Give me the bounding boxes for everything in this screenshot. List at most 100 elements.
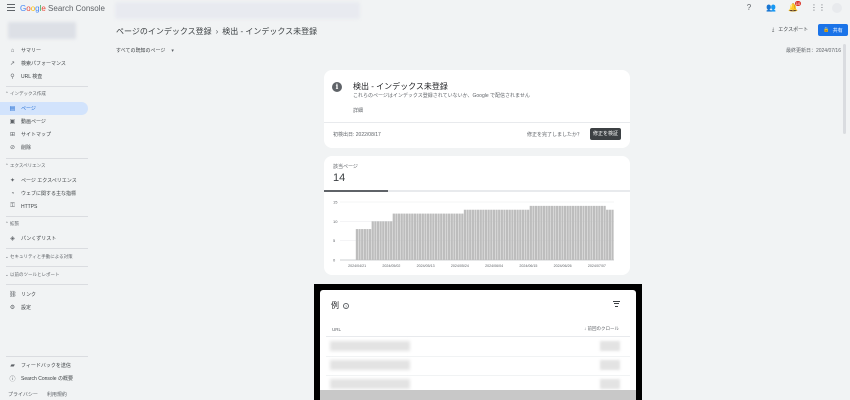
chart-bar[interactable] (374, 221, 377, 260)
chart-bar[interactable] (416, 213, 419, 260)
chart-bar[interactable] (498, 209, 501, 260)
search-console-logo[interactable]: Google Search Console (20, 4, 105, 13)
chart-bar[interactable] (440, 213, 443, 260)
sidebar-item-page-experience[interactable]: ✦ ページ エクスペリエンス (0, 174, 88, 187)
chart-bar[interactable] (434, 213, 438, 260)
chart-bar[interactable] (569, 205, 572, 260)
chart-bar[interactable] (376, 221, 380, 260)
chart-bar[interactable] (519, 209, 522, 260)
sidebar-section-security[interactable]: ⌄ セキュリティと手動による対策 (5, 254, 73, 260)
chart-bar[interactable] (408, 213, 411, 260)
table-row-url-blurred[interactable] (330, 379, 410, 389)
chart-bar[interactable] (545, 205, 548, 260)
chart-bar[interactable] (606, 209, 609, 260)
chart-bar[interactable] (453, 213, 456, 260)
chart-bar[interactable] (371, 221, 374, 260)
chart-bar[interactable] (429, 213, 432, 260)
apps-icon[interactable]: ⋮⋮ (810, 3, 826, 13)
manage-users-icon[interactable]: 👥 (766, 3, 776, 13)
chart-bar[interactable] (521, 209, 525, 260)
page-filter-dropdown[interactable]: すべての既知のページ ▾ (116, 47, 174, 54)
help-icon[interactable]: ? (744, 3, 754, 13)
chart-bar[interactable] (608, 209, 611, 260)
validate-fix-button[interactable]: 修正を検証 (590, 128, 621, 140)
chart-bar[interactable] (595, 205, 598, 260)
sidebar-section-legacy[interactable]: ⌄ 以前のツールとレポート (5, 272, 60, 278)
chart-bar[interactable] (590, 205, 593, 260)
breadcrumb-parent[interactable]: ページのインデックス登録 (116, 27, 212, 36)
chart-bar[interactable] (400, 213, 403, 260)
chart-bar[interactable] (424, 213, 427, 260)
chart-bar[interactable] (445, 213, 448, 260)
chart-bar[interactable] (477, 209, 480, 260)
sidebar-item-breadcrumbs[interactable]: ◈ パンくずリスト (0, 232, 88, 245)
chart-bar[interactable] (574, 205, 577, 260)
chart-bar[interactable] (550, 205, 554, 260)
chart-bar[interactable] (582, 205, 585, 260)
chart-bar[interactable] (603, 205, 606, 260)
chart-bar[interactable] (534, 205, 538, 260)
chart-bar[interactable] (495, 209, 498, 260)
avatar[interactable] (832, 3, 842, 13)
sidebar-item-about[interactable]: ⓘ Search Console の概要 (0, 372, 88, 385)
chart-bar[interactable] (492, 209, 496, 260)
chart-bar[interactable] (577, 205, 580, 260)
chart-bar[interactable] (395, 213, 398, 260)
chart-bar[interactable] (466, 209, 469, 260)
sidebar-item-removals[interactable]: ⊘ 削除 (0, 141, 88, 154)
chart-bar[interactable] (542, 205, 546, 260)
table-row-url-blurred[interactable] (330, 341, 410, 351)
filter-icon[interactable] (613, 301, 620, 308)
sidebar-section-index[interactable]: ⌃ インデックス作成 (5, 91, 46, 97)
chart-bar[interactable] (411, 213, 414, 260)
privacy-link[interactable]: プライバシー (8, 392, 38, 398)
chart-bar[interactable] (390, 221, 393, 260)
menu-icon[interactable] (7, 4, 15, 12)
sidebar-item-video-pages[interactable]: ▣ 動画ページ (0, 115, 88, 128)
chart-bar[interactable] (482, 209, 485, 260)
chart-bar[interactable] (469, 209, 472, 260)
chart-bar[interactable] (421, 213, 424, 260)
chart-bar[interactable] (587, 205, 590, 260)
sidebar-item-https[interactable]: ⚿ HTTPS (0, 200, 88, 213)
account-property-blurred[interactable] (8, 22, 76, 39)
chart-bar[interactable] (529, 205, 532, 260)
column-header-last-crawl[interactable]: ↓ 前回のクロール (584, 326, 619, 332)
chart-bar[interactable] (426, 213, 430, 260)
chart-bar[interactable] (450, 213, 453, 260)
chart-bar[interactable] (579, 205, 582, 260)
share-button[interactable]: 🔒 共有 (818, 24, 848, 36)
terms-link[interactable]: 利用規約 (47, 392, 67, 398)
chart-bar[interactable] (458, 213, 461, 260)
chart-bar[interactable] (592, 205, 596, 260)
chart-bar[interactable] (548, 205, 551, 260)
chart-bar[interactable] (455, 213, 459, 260)
chart-bar[interactable] (527, 209, 530, 260)
chart-bar[interactable] (598, 205, 601, 260)
chart-bar[interactable] (558, 205, 561, 260)
chart-bar[interactable] (553, 205, 556, 260)
chart-bar[interactable] (384, 221, 388, 260)
notifications-icon[interactable]: 🔔 10 (788, 1, 801, 13)
chart-bar[interactable] (500, 209, 503, 260)
chart-bar[interactable] (563, 205, 567, 260)
chart-bar[interactable] (556, 205, 559, 260)
chart-bar[interactable] (511, 209, 514, 260)
chart-bar[interactable] (487, 209, 490, 260)
sidebar-item-pages[interactable]: ▤ ページ (0, 102, 88, 115)
chart-bar[interactable] (600, 205, 604, 260)
sidebar-item-core-web-vitals[interactable]: ◔ ウェブに関する主な指標 (0, 187, 88, 200)
sidebar-section-experience[interactable]: ⌃ エクスペリエンス (5, 163, 46, 169)
chart-bar[interactable] (368, 229, 372, 260)
sidebar-item-feedback[interactable]: ▰ フィードバックを送信 (0, 359, 88, 372)
chart-bar[interactable] (442, 213, 445, 260)
chart-bar[interactable] (566, 205, 569, 260)
chart-bar[interactable] (484, 209, 488, 260)
chart-bar[interactable] (479, 209, 482, 260)
sidebar-section-enhancements[interactable]: ⌃ 拡張 (5, 221, 19, 227)
chart-bar[interactable] (366, 229, 369, 260)
chart-bar[interactable] (363, 229, 366, 260)
chart-bar[interactable] (448, 213, 451, 260)
table-row-url-blurred[interactable] (330, 360, 410, 370)
page-scrollbar[interactable] (843, 44, 846, 134)
